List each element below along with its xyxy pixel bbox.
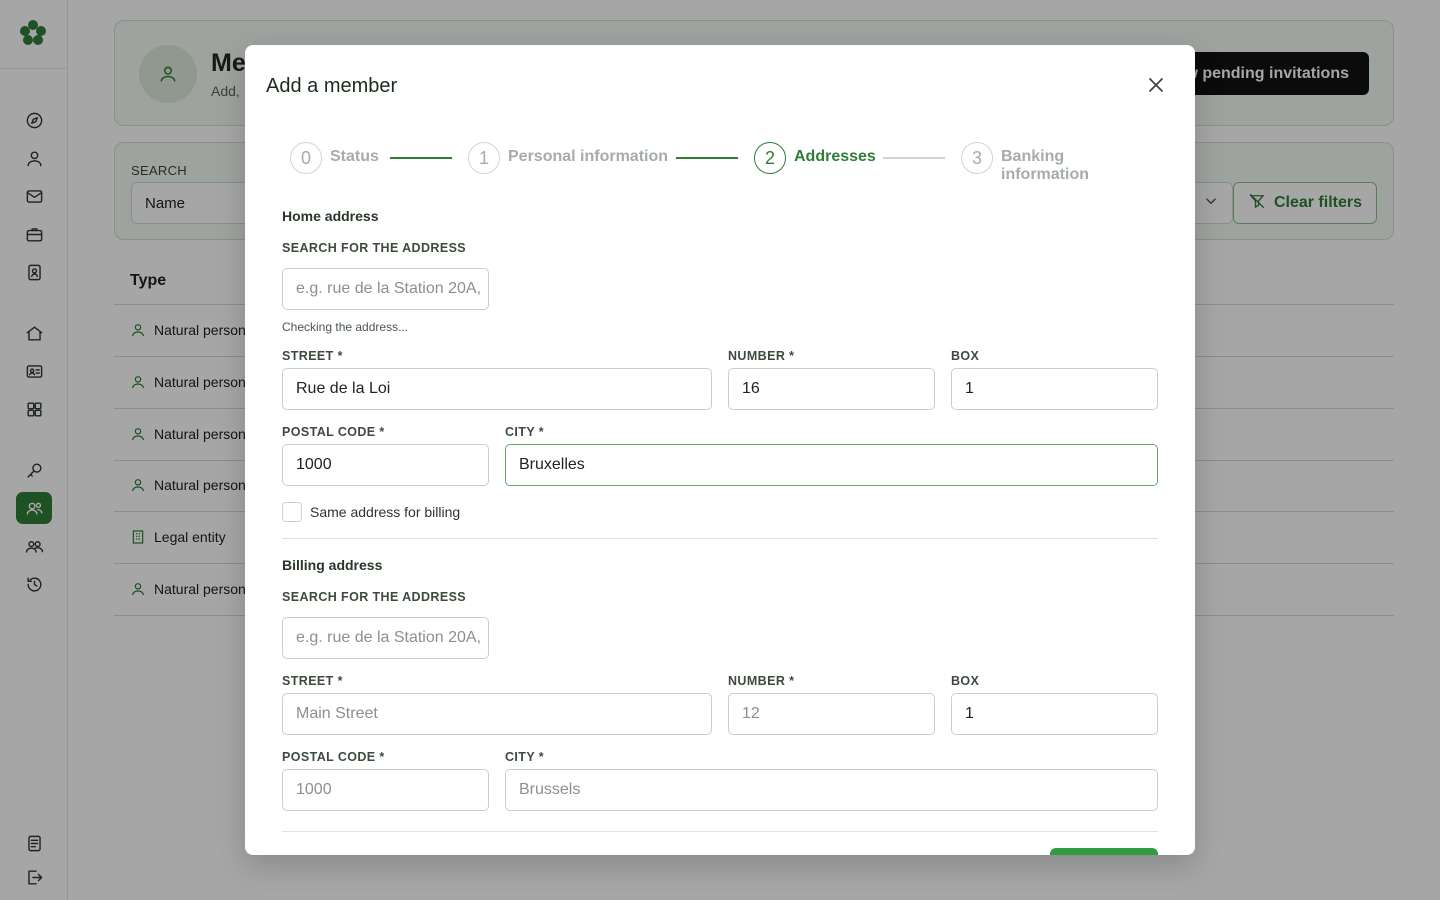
billing-number-input[interactable]: 12 — [728, 693, 935, 735]
step-1-label[interactable]: Personal information — [508, 148, 668, 166]
home-address-title: Home address — [282, 208, 379, 224]
section-divider — [282, 538, 1158, 539]
billing-city-label: CITY * — [505, 750, 544, 764]
billing-address-title: Billing address — [282, 557, 383, 573]
home-number-input[interactable]: 16 — [728, 368, 935, 410]
home-box-label: BOX — [951, 349, 980, 363]
same-address-label[interactable]: Same address for billing — [310, 504, 460, 520]
billing-postal-code-input[interactable]: 1000 — [282, 769, 489, 811]
step-1-number[interactable]: 1 — [468, 142, 500, 174]
progress-stepper: 0 Status 1 Personal information 2 Addres… — [290, 142, 1155, 183]
home-box-input[interactable]: 1 — [951, 368, 1158, 410]
home-city-input[interactable]: Bruxelles — [505, 444, 1158, 486]
billing-city-input[interactable]: Brussels — [505, 769, 1158, 811]
close-icon[interactable] — [1147, 76, 1165, 94]
modal-backdrop-sidebar — [0, 0, 68, 900]
footer-divider — [282, 831, 1158, 832]
billing-box-label: BOX — [951, 674, 980, 688]
billing-street-input[interactable]: Main Street — [282, 693, 712, 735]
address-check-status: Checking the address... — [282, 320, 409, 334]
add-member-dialog: Add a member 0 Status 1 Personal informa… — [245, 45, 1195, 855]
home-street-input[interactable]: Rue de la Loi — [282, 368, 712, 410]
billing-number-label: NUMBER * — [728, 674, 795, 688]
home-number-label: NUMBER * — [728, 349, 795, 363]
next-button[interactable] — [1050, 848, 1158, 855]
step-0-number[interactable]: 0 — [290, 142, 322, 174]
home-search-label: SEARCH FOR THE ADDRESS — [282, 241, 467, 255]
step-connector — [390, 157, 452, 159]
home-street-label: STREET * — [282, 349, 343, 363]
step-connector — [883, 157, 945, 159]
step-3-number[interactable]: 3 — [961, 142, 993, 174]
step-2-label[interactable]: Addresses — [794, 148, 876, 166]
billing-box-input[interactable]: 1 — [951, 693, 1158, 735]
step-3-label[interactable]: Banking information — [1001, 148, 1155, 184]
step-connector — [676, 157, 738, 159]
home-address-search-input[interactable]: e.g. rue de la Station 20A, — [282, 268, 489, 310]
home-postal-code-input[interactable]: 1000 — [282, 444, 489, 486]
billing-search-label: SEARCH FOR THE ADDRESS — [282, 590, 467, 604]
home-postal-label: POSTAL CODE * — [282, 425, 385, 439]
step-2-number[interactable]: 2 — [754, 142, 786, 174]
billing-address-search-input[interactable]: e.g. rue de la Station 20A, — [282, 617, 489, 659]
dialog-title: Add a member — [266, 75, 398, 97]
billing-street-label: STREET * — [282, 674, 343, 688]
billing-postal-label: POSTAL CODE * — [282, 750, 385, 764]
same-address-checkbox[interactable] — [282, 502, 302, 522]
step-0-label[interactable]: Status — [330, 148, 379, 166]
home-city-label: CITY * — [505, 425, 544, 439]
